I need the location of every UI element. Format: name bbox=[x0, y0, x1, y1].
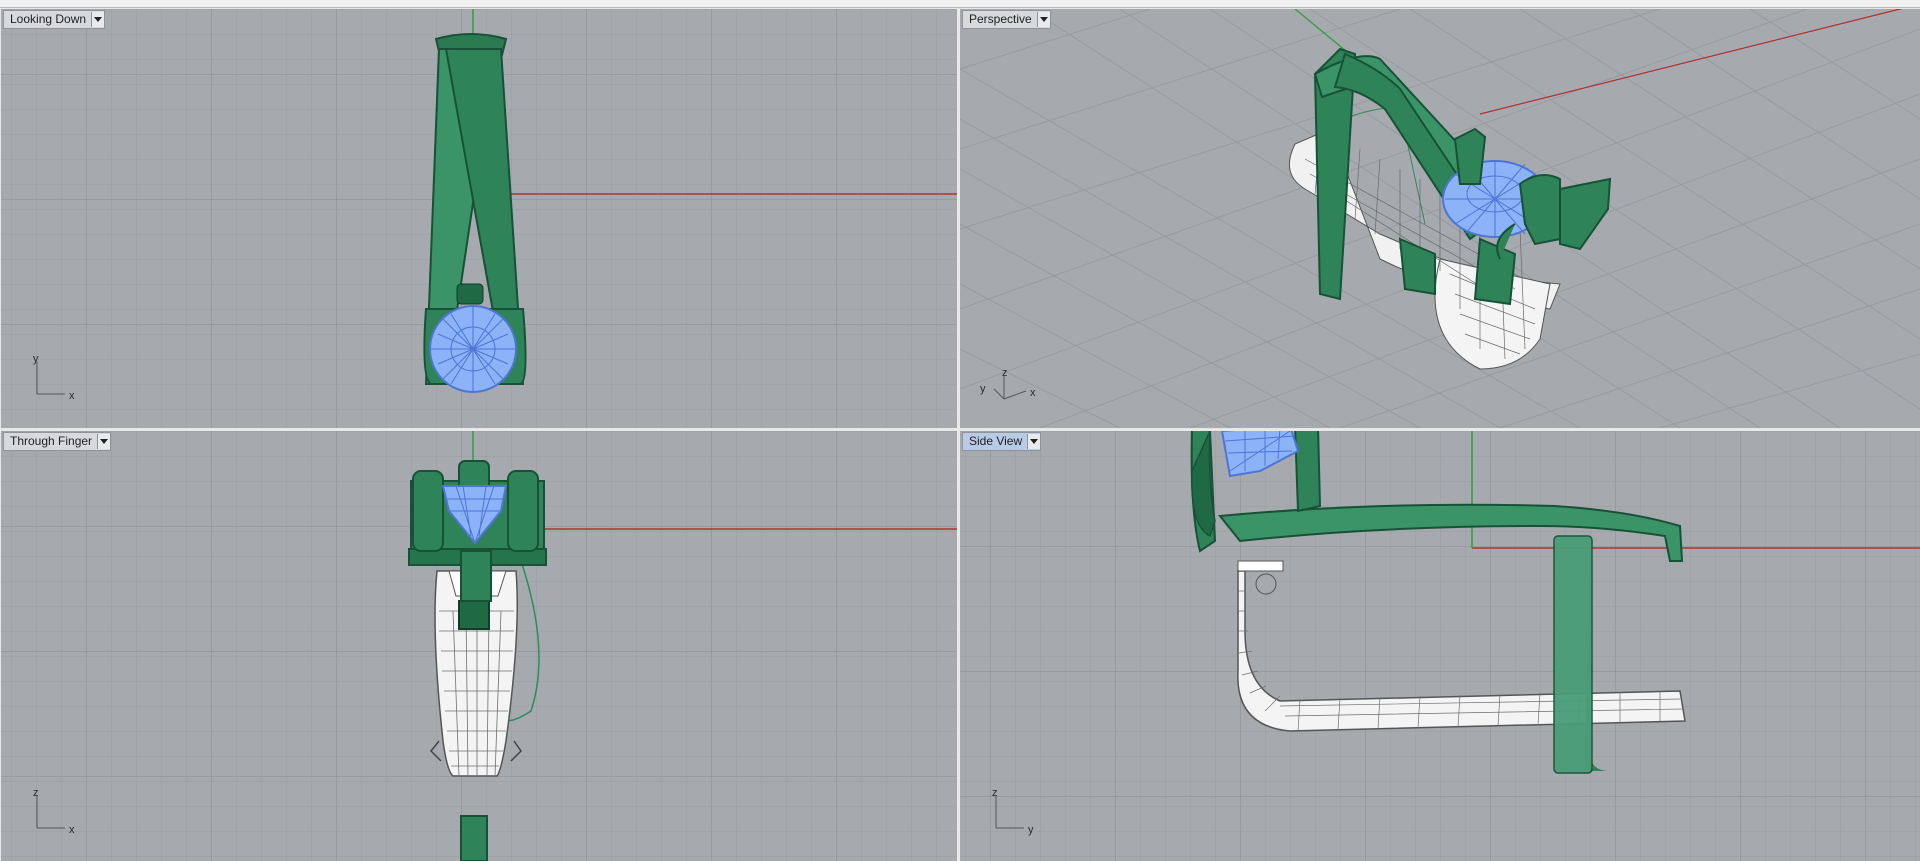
viewport-title-tab[interactable]: Looking Down bbox=[3, 10, 106, 29]
viewport-looking-down[interactable]: Looking Down y x bbox=[1, 9, 957, 428]
viewport-through-finger[interactable]: Through Finger z x bbox=[1, 431, 957, 861]
viewport-splitter-horizontal[interactable] bbox=[0, 428, 1920, 431]
viewport-title-tab[interactable]: Through Finger bbox=[3, 432, 112, 451]
axis-label-b: x bbox=[69, 390, 75, 402]
axis-label-a: z bbox=[33, 788, 39, 799]
viewport-title: Perspective bbox=[969, 12, 1032, 26]
viewport-title: Side View bbox=[969, 434, 1023, 448]
axis-indicator: y x bbox=[33, 354, 75, 402]
axis-label-b: z bbox=[1002, 367, 1008, 379]
triangle-down-icon[interactable] bbox=[1027, 434, 1041, 449]
viewport-splitter-vertical[interactable] bbox=[957, 9, 960, 861]
viewport-title: Looking Down bbox=[10, 12, 87, 26]
axis-label-a: y bbox=[980, 383, 986, 395]
viewport-title: Through Finger bbox=[10, 434, 93, 448]
top-toolbar-strip bbox=[0, 0, 1920, 8]
axis-label-a: z bbox=[992, 788, 998, 799]
grid bbox=[960, 431, 1920, 861]
axis-indicator: z x bbox=[33, 788, 75, 836]
axis-indicator: y z x bbox=[980, 367, 1036, 400]
triangle-down-icon[interactable] bbox=[1036, 12, 1050, 27]
viewport-perspective[interactable]: Perspective y z x bbox=[960, 9, 1920, 428]
axis-label-c: x bbox=[1030, 387, 1036, 399]
axis-label-a: y bbox=[33, 354, 39, 365]
axis-label-b: y bbox=[1028, 824, 1034, 836]
axis-label-b: x bbox=[69, 824, 75, 836]
viewport-side-view[interactable]: Side View z y bbox=[960, 431, 1920, 861]
triangle-down-icon[interactable] bbox=[97, 434, 111, 449]
grid bbox=[960, 9, 1920, 428]
grid bbox=[1, 9, 957, 428]
axis-indicator: z y bbox=[992, 788, 1034, 836]
viewport-title-tab[interactable]: Perspective bbox=[962, 10, 1051, 29]
triangle-down-icon[interactable] bbox=[91, 12, 105, 27]
viewport-title-tab[interactable]: Side View bbox=[962, 432, 1042, 451]
grid bbox=[1, 431, 957, 861]
